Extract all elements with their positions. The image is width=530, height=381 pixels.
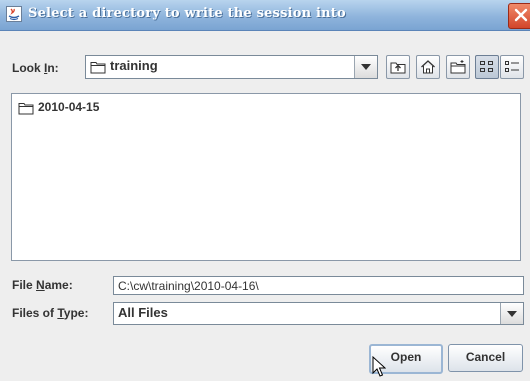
mouse-cursor-icon: [372, 356, 386, 377]
look-in-value: training: [110, 58, 158, 73]
files-of-type-combo[interactable]: All Files: [113, 302, 524, 325]
close-button[interactable]: [508, 3, 530, 29]
window-title: Select a directory to write the session …: [28, 6, 346, 21]
list-view-icon: [480, 61, 493, 72]
list-item-label: 2010-04-15: [38, 100, 100, 114]
file-list[interactable]: 2010-04-15: [11, 93, 521, 261]
chevron-down-icon: [361, 64, 371, 70]
java-icon: [6, 6, 22, 22]
file-name-label: File Name:: [12, 278, 73, 292]
title-bar[interactable]: Select a directory to write the session …: [0, 0, 530, 31]
up-folder-icon: [390, 62, 406, 74]
look-in-label: Look In:: [12, 61, 59, 75]
home-icon: [421, 60, 435, 74]
new-folder-icon: [450, 60, 466, 74]
file-name-input[interactable]: [114, 277, 523, 294]
folder-icon: [90, 62, 106, 74]
up-one-level-button[interactable]: [386, 55, 410, 79]
look-in-combo[interactable]: training: [85, 55, 378, 79]
folder-icon: [18, 103, 34, 115]
files-of-type-dropdown-button[interactable]: [500, 303, 523, 324]
home-button[interactable]: [416, 55, 440, 79]
list-view-button[interactable]: [475, 55, 499, 79]
cancel-button[interactable]: Cancel: [448, 344, 523, 372]
file-name-field[interactable]: [113, 276, 524, 295]
files-of-type-label: Files of Type:: [12, 306, 89, 320]
files-of-type-value: All Files: [118, 305, 168, 320]
look-in-mnemonic: I: [44, 61, 48, 75]
details-view-icon: [505, 61, 519, 72]
chevron-down-icon: [507, 311, 517, 317]
look-in-dropdown-button[interactable]: [354, 56, 377, 78]
file-chooser-dialog: Select a directory to write the session …: [0, 0, 530, 381]
close-icon: [514, 8, 528, 22]
details-view-button[interactable]: [500, 55, 524, 79]
new-folder-button[interactable]: [446, 55, 470, 79]
